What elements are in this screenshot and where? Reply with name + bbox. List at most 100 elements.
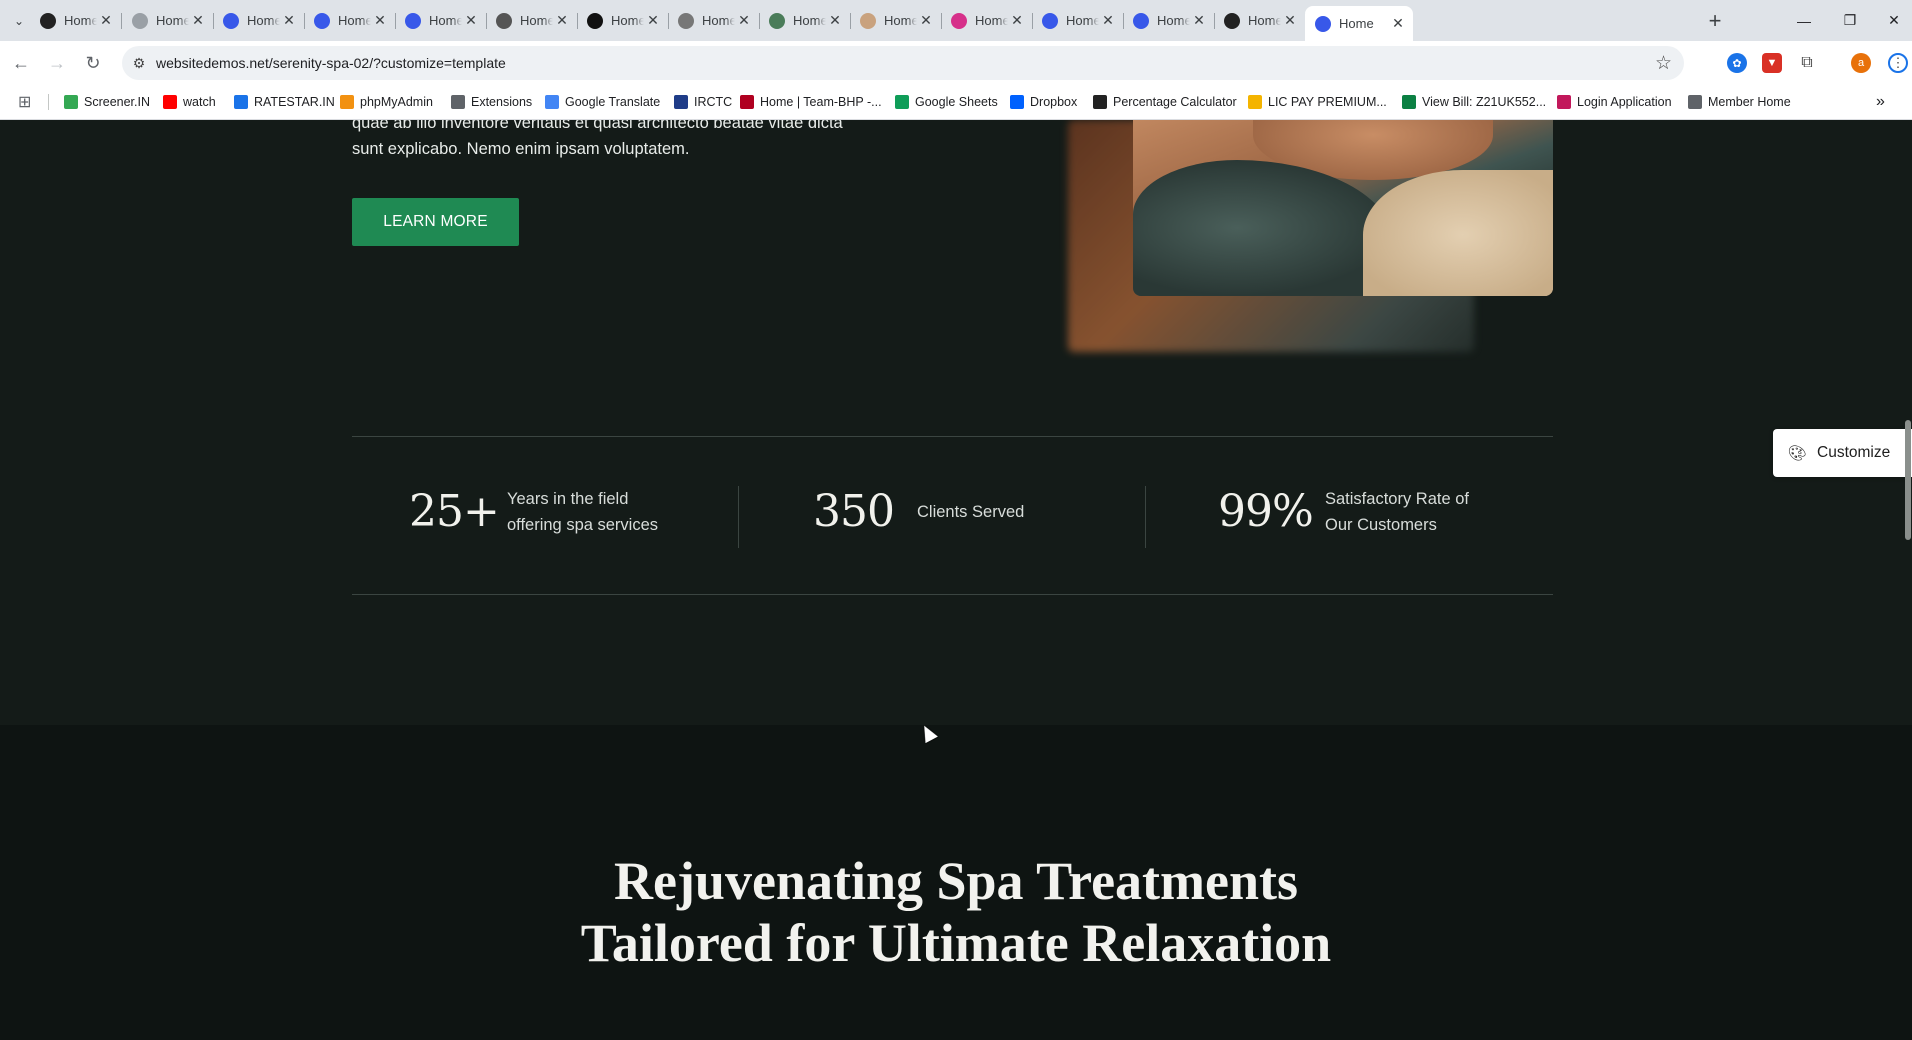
back-button[interactable]: ← — [8, 50, 34, 76]
tab-9[interactable]: Home ✕ — [759, 6, 851, 35]
tab-close-icon[interactable]: ✕ — [189, 12, 207, 30]
bookmark-item[interactable]: Member Home — [1688, 93, 1791, 111]
extension-globe-icon[interactable]: ✿ — [1727, 53, 1747, 73]
tab-title: Home — [1248, 13, 1281, 28]
bookmark-label: RATESTAR.IN — [254, 95, 335, 109]
bookmark-item[interactable]: watch — [163, 93, 216, 111]
bookmark-item[interactable]: phpMyAdmin — [340, 93, 433, 111]
stat-years-label: Years in the field offering spa services — [507, 486, 658, 538]
bookmark-item[interactable]: Home | Team-BHP -... — [740, 93, 882, 111]
stat-clients-label: Clients Served — [917, 503, 1025, 521]
bookmark-label: Percentage Calculator — [1113, 95, 1237, 109]
tab-close-icon[interactable]: ✕ — [917, 12, 935, 30]
bookmark-item[interactable]: Google Translate — [545, 93, 660, 111]
url-text[interactable]: websitedemos.net/serenity-spa-02/?custom… — [156, 55, 506, 71]
bookmark-item[interactable]: View Bill: Z21UK552... — [1402, 93, 1546, 111]
tab-10[interactable]: Home ✕ — [850, 6, 942, 35]
tab-8[interactable]: Home ✕ — [668, 6, 760, 35]
stat-label-line: Satisfactory Rate of — [1325, 490, 1469, 508]
site-info-icon[interactable]: ⚙ — [130, 54, 148, 72]
stats-bottom-border — [352, 594, 1553, 595]
tab-close-icon[interactable]: ✕ — [97, 12, 115, 30]
stat-years-number: 25+ — [409, 486, 500, 537]
tab-title: Home — [793, 13, 826, 28]
new-tab-button[interactable]: + — [1703, 8, 1727, 33]
tab-5[interactable]: Home ✕ — [395, 6, 487, 35]
apps-grid-icon[interactable]: ⊞ — [18, 93, 31, 111]
tab-2[interactable]: Home ✕ — [122, 6, 214, 35]
extension-shield-icon[interactable]: ▼ — [1762, 53, 1782, 73]
bookmark-favicon-icon — [1248, 95, 1262, 109]
bookmark-item[interactable]: Google Sheets — [895, 93, 998, 111]
bookmark-star-icon[interactable]: ☆ — [1655, 52, 1672, 75]
forward-button[interactable]: → — [44, 50, 70, 76]
bookmark-item[interactable]: Login Application — [1557, 93, 1672, 111]
bookmark-favicon-icon — [1402, 95, 1416, 109]
tab-close-icon[interactable]: ✕ — [1389, 15, 1407, 33]
tab-close-icon[interactable]: ✕ — [1281, 12, 1299, 30]
bookmark-item[interactable]: Screener.IN — [64, 93, 150, 111]
bookmark-item[interactable]: Percentage Calculator — [1093, 93, 1237, 111]
more-bookmarks-button[interactable]: » — [1876, 93, 1885, 111]
tab-7[interactable]: Home ✕ — [577, 6, 669, 35]
tab-6[interactable]: Home ✕ — [486, 6, 578, 35]
bookmark-label: IRCTC — [694, 95, 733, 109]
bookmark-item[interactable]: Extensions — [451, 93, 532, 111]
swirl-icon — [132, 12, 148, 29]
bookmark-item[interactable]: Dropbox — [1010, 93, 1077, 111]
tab-title: Home — [429, 13, 462, 28]
bookmark-label: Extensions — [471, 95, 533, 109]
extensions-puzzle-icon[interactable]: ⧉ — [1797, 53, 1817, 73]
tab-close-icon[interactable]: ✕ — [280, 12, 298, 30]
tab-title: Home — [520, 13, 553, 28]
plant-icon — [769, 12, 785, 29]
kf-icon — [587, 12, 603, 29]
tab-close-icon[interactable]: ✕ — [371, 12, 389, 30]
bookmark-item[interactable]: LIC PAY PREMIUM... — [1248, 93, 1387, 111]
tab-close-icon[interactable]: ✕ — [1190, 12, 1208, 30]
tab-15[interactable]: Home ✕ — [1305, 6, 1413, 41]
tab-1[interactable]: Home ✕ — [30, 6, 122, 35]
tab-title: Home — [1339, 16, 1374, 31]
bookmark-item[interactable]: IRCTC — [674, 93, 732, 111]
learn-more-button[interactable]: LEARN MORE — [352, 198, 519, 246]
tab-3[interactable]: Home ✕ — [213, 6, 305, 35]
tab-close-icon[interactable]: ✕ — [1008, 12, 1026, 30]
scrollbar-thumb[interactable] — [1905, 420, 1911, 540]
tab-close-icon[interactable]: ✕ — [553, 12, 571, 30]
tab-close-icon[interactable]: ✕ — [644, 12, 662, 30]
tab-search-chevron-icon[interactable]: ⌄ — [8, 10, 30, 32]
close-window-button[interactable]: ✕ — [1866, 0, 1912, 41]
bookmark-label: View Bill: Z21UK552... — [1422, 95, 1547, 109]
tab-close-icon[interactable]: ✕ — [1099, 12, 1117, 30]
bookmark-label: Screener.IN — [84, 95, 151, 109]
y-icon — [951, 12, 967, 29]
tab-14[interactable]: Home ✕ — [1214, 6, 1306, 35]
tab-11[interactable]: Home ✕ — [941, 6, 1033, 35]
menu-kebab-icon[interactable]: ⋮ — [1888, 53, 1908, 73]
stats-top-border — [352, 436, 1553, 437]
tab-title: Home — [1157, 13, 1190, 28]
tab-close-icon[interactable]: ✕ — [462, 12, 480, 30]
image-towel-light — [1363, 170, 1553, 296]
tab-13[interactable]: Home ✕ — [1123, 6, 1215, 35]
stat-divider — [1145, 486, 1146, 548]
bookmarks-bar: ⊞ Screener.IN watch RATESTAR.IN phpMyAdmin E… — [0, 84, 1912, 120]
tab-12[interactable]: Home ✕ — [1032, 6, 1124, 35]
bookmark-favicon-icon — [1010, 95, 1024, 109]
profile-avatar[interactable]: a — [1851, 53, 1871, 73]
tab-4[interactable]: Home ✕ — [304, 6, 396, 35]
bookmark-favicon-icon — [451, 95, 465, 109]
bookmark-label: Google Translate — [565, 95, 661, 109]
stat-satisfaction-number: 99% — [1218, 486, 1314, 537]
page-viewport: quae ab illo inventore veritatis et quas… — [0, 120, 1912, 1040]
customize-button[interactable]: 🎨︎ Customize — [1773, 429, 1912, 477]
stat-label-line: Years in the field — [507, 490, 629, 508]
reload-button[interactable]: ↻ — [80, 50, 106, 76]
tab-close-icon[interactable]: ✕ — [826, 12, 844, 30]
tab-close-icon[interactable]: ✕ — [735, 12, 753, 30]
bookmark-label: Member Home — [1708, 95, 1791, 109]
address-bar[interactable]: ⚙ websitedemos.net/serenity-spa-02/?cust… — [122, 46, 1684, 80]
bookmark-item[interactable]: RATESTAR.IN — [234, 93, 335, 111]
tab-title: Home — [64, 13, 97, 28]
